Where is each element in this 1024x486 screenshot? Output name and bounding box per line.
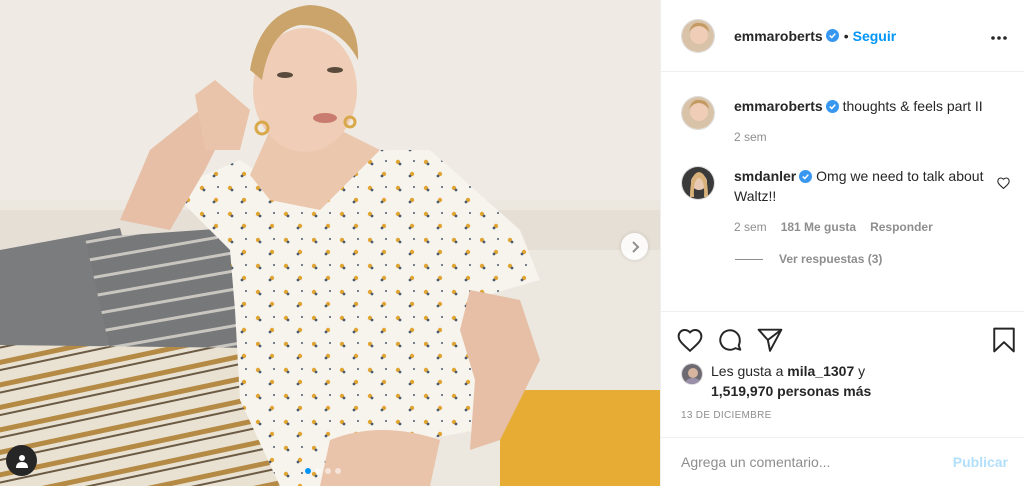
carousel-dot — [305, 468, 311, 474]
likes-conjunction: y — [858, 363, 866, 379]
caption-avatar[interactable] — [681, 96, 715, 130]
liker-username[interactable]: mila_1307 — [787, 363, 854, 379]
replies-divider — [735, 258, 763, 260]
carousel-next-button[interactable] — [621, 233, 648, 260]
post-photo — [0, 0, 660, 486]
follow-button[interactable]: Seguir — [853, 28, 897, 44]
commenter-avatar[interactable] — [681, 166, 715, 200]
commenter-username[interactable]: smdanler — [734, 168, 796, 184]
likes-count[interactable]: 1,519,970 personas más — [711, 383, 871, 399]
caption-row: emmaroberts thoughts & feels part II 2 s… — [681, 96, 1008, 144]
comment-text: smdanler Omg we need to talk about Waltz… — [734, 166, 1010, 206]
likes-prefix: Les gusta a — [711, 363, 784, 379]
avatar-image — [682, 19, 714, 52]
user-icon — [15, 454, 28, 468]
share-button[interactable] — [757, 328, 783, 352]
comment-meta: 2 sem 181 Me gusta Responder — [734, 220, 1010, 234]
avatar-image — [682, 364, 702, 384]
author-username[interactable]: emmaroberts — [734, 28, 823, 44]
header-separator: • — [843, 27, 849, 44]
view-replies-label: Ver respuestas (3) — [779, 252, 883, 266]
comment-input[interactable] — [681, 454, 953, 470]
carousel-dot — [315, 468, 321, 474]
post-media[interactable] — [0, 0, 660, 486]
likes-summary: Les gusta a mila_1307 y 1,519,970 person… — [681, 361, 871, 401]
likes-text: Les gusta a mila_1307 y 1,519,970 person… — [711, 361, 871, 401]
caption-body: thoughts & feels part II — [842, 98, 983, 114]
post-side-panel: emmaroberts • Seguir emmaroberts thought… — [660, 0, 1024, 486]
comments-list: emmaroberts thoughts & feels part II 2 s… — [661, 72, 1024, 312]
verified-badge-icon — [799, 170, 813, 183]
paper-plane-icon — [757, 328, 783, 352]
caption-meta: 2 sem — [734, 130, 1010, 144]
save-button[interactable] — [992, 327, 1016, 353]
verified-badge-icon — [825, 29, 839, 42]
heart-icon — [997, 177, 1010, 190]
more-horizontal-icon — [991, 36, 1007, 40]
action-bar — [661, 311, 1024, 367]
author-avatar[interactable] — [681, 18, 715, 53]
caption-username[interactable]: emmaroberts — [734, 98, 823, 114]
liker-avatar[interactable] — [681, 363, 703, 385]
carousel-dot — [325, 468, 331, 474]
add-comment-bar: Publicar — [661, 437, 1024, 486]
instagram-post: emmaroberts • Seguir emmaroberts thought… — [0, 0, 1024, 486]
reply-button[interactable]: Responder — [870, 220, 933, 234]
comment-row: smdanler Omg we need to talk about Waltz… — [681, 166, 1010, 234]
like-button[interactable] — [677, 328, 703, 352]
avatar-image — [682, 97, 714, 129]
caption-time[interactable]: 2 sem — [734, 130, 767, 144]
heart-icon — [677, 328, 703, 352]
post-header: emmaroberts • Seguir — [661, 0, 1024, 72]
carousel-indicator — [305, 468, 341, 474]
tagged-users-button[interactable] — [6, 445, 37, 476]
chevron-right-icon — [631, 240, 639, 253]
comment-icon — [719, 328, 742, 351]
publish-button[interactable]: Publicar — [953, 454, 1008, 470]
bookmark-icon — [993, 327, 1015, 352]
comment-likes[interactable]: 181 Me gusta — [781, 220, 856, 234]
avatar-image — [682, 167, 714, 199]
comment-time[interactable]: 2 sem — [734, 220, 767, 234]
caption-text: emmaroberts thoughts & feels part II — [734, 96, 1010, 116]
comment-button[interactable] — [717, 327, 743, 353]
verified-badge-icon — [825, 100, 839, 113]
post-date[interactable]: 13 DE DICIEMBRE — [681, 410, 772, 421]
comment-like-button[interactable] — [997, 176, 1010, 194]
carousel-dot — [335, 468, 341, 474]
more-options-button[interactable] — [990, 25, 1008, 46]
view-replies-button[interactable]: Ver respuestas (3) — [735, 252, 1008, 266]
